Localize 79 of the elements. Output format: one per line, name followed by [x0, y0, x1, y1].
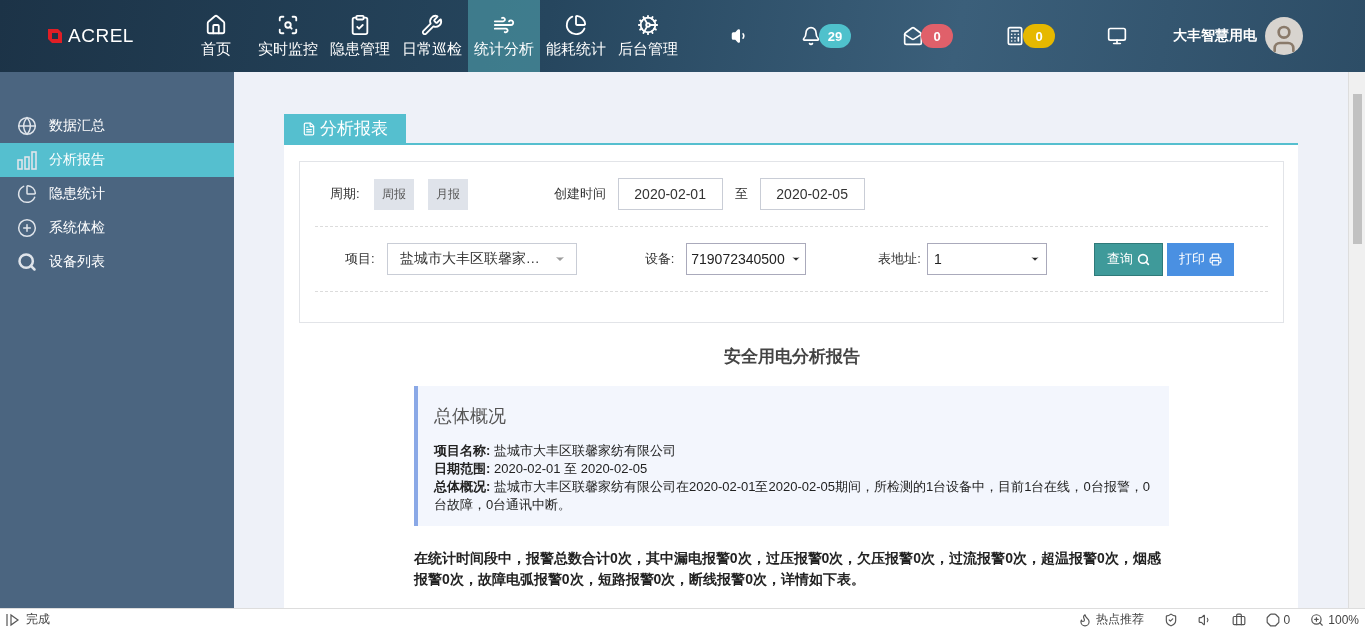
- zoom-icon[interactable]: [1310, 612, 1325, 627]
- document-icon: [302, 121, 316, 136]
- count-badge: 0: [921, 24, 953, 48]
- sidebar-label: 系统体检: [49, 219, 105, 237]
- caret-icon: [1029, 254, 1040, 264]
- bell-icon[interactable]: [801, 26, 821, 46]
- report-title: 安全用电分析报告: [722, 346, 861, 368]
- nav-label: 能耗统计: [546, 39, 606, 59]
- end-date-field[interactable]: 2020-02-05: [759, 178, 865, 210]
- count-badge: 29: [819, 24, 851, 48]
- nav-label: 实时监控: [258, 39, 318, 59]
- pie-chart-icon: [565, 13, 587, 36]
- nav-tab[interactable]: 后台管理: [612, 0, 684, 72]
- search-icon: [17, 252, 37, 272]
- caret-icon: [791, 254, 802, 264]
- address-select[interactable]: 1: [926, 243, 1047, 275]
- overview-heading: 总体概况: [434, 405, 507, 428]
- monitor-search-icon: [277, 13, 299, 36]
- briefcase-icon[interactable]: [1231, 612, 1246, 627]
- sidebar-item[interactable]: 隐患统计: [0, 177, 234, 211]
- period-option[interactable]: 周报: [373, 178, 414, 210]
- sidebar-label: 数据汇总: [49, 117, 105, 135]
- overview-line: 项目名称: 盐城市大丰区联馨家纺有限公司: [434, 442, 677, 460]
- sidebar-item[interactable]: 设备列表: [0, 245, 234, 279]
- sidebar-toggle-icon[interactable]: [6, 612, 20, 627]
- home-icon: [205, 13, 227, 36]
- shield-icon[interactable]: [1163, 612, 1178, 627]
- nav-tab[interactable]: 首页: [180, 0, 252, 72]
- mail-icon[interactable]: [903, 26, 923, 46]
- search-icon: [1136, 252, 1150, 266]
- pie-chart-icon: [17, 184, 37, 204]
- sidebar-label: 分析报告: [49, 151, 105, 169]
- nav-label: 统计分析: [474, 39, 534, 59]
- nav-tab[interactable]: 日常巡检: [396, 0, 468, 72]
- status-text: 完成: [26, 611, 50, 628]
- period-label: 周期:: [330, 185, 360, 203]
- device-label: 设备:: [644, 250, 675, 268]
- period-option[interactable]: 月报: [427, 178, 468, 210]
- scrollbar-thumb[interactable]: [1352, 94, 1362, 244]
- nav-label: 隐患管理: [330, 39, 390, 59]
- nav-label: 日常巡检: [402, 39, 462, 59]
- monitor-icon[interactable]: [1107, 26, 1127, 46]
- nav-tab[interactable]: 能耗统计: [540, 0, 612, 72]
- user-name[interactable]: 大丰智慧用电: [1173, 27, 1257, 45]
- nav-tab[interactable]: 隐患管理: [324, 0, 396, 72]
- scrollbar[interactable]: [1348, 72, 1365, 608]
- sidebar-item[interactable]: 系统体检: [0, 211, 234, 245]
- overview-line: 日期范围: 2020-02-01 至 2020-02-05: [434, 460, 649, 478]
- sidebar-label: 隐患统计: [49, 185, 105, 203]
- summary-text: 在统计时间段中，报警总数合计0次，其中漏电报警0次，过压报警0次，欠压报警0次，过流报警0次，超温报警0次，烟感报警0次，故障电弧报警0次，短路报警0次，断线报警0次，详情如下表。: [414, 549, 1162, 589]
- project-select[interactable]: 盐城市大丰区联馨家…: [386, 243, 577, 275]
- overview-line: 总体概况: 盐城市大丰区联馨家纺有限公司在2020-02-01至2020-02-05期间，所检测的1台设备中，目前1台在线，0台报警，0台故障，0台通讯中断。: [434, 478, 1151, 514]
- device-select[interactable]: 719072340500: [686, 243, 807, 275]
- logo-text: ACREL: [68, 25, 134, 47]
- tools-icon: [421, 13, 443, 36]
- nav-label: 后台管理: [618, 39, 678, 59]
- avatar[interactable]: [1265, 17, 1303, 55]
- count-badge: 0: [1023, 24, 1055, 48]
- nav-label: 首页: [201, 39, 231, 59]
- calculator-icon[interactable]: [1005, 26, 1025, 46]
- ad-count: 0: [1283, 612, 1291, 627]
- address-label: 表地址:: [878, 250, 921, 268]
- start-date-field[interactable]: 2020-02-01: [617, 178, 723, 210]
- plus-circle-icon: [17, 218, 37, 238]
- nav-tab[interactable]: 统计分析: [468, 0, 540, 72]
- tab-label: 分析报表: [320, 118, 388, 140]
- project-label: 项目:: [345, 250, 375, 268]
- date-separator: 至: [734, 185, 748, 203]
- created-time-label: 创建时间: [553, 185, 606, 203]
- flame-icon: [1077, 612, 1092, 627]
- printer-icon: [1208, 252, 1222, 266]
- hot-link[interactable]: 热点推荐: [1095, 611, 1144, 628]
- sidebar-label: 设备列表: [49, 253, 105, 271]
- bar-chart-icon: [17, 150, 37, 170]
- nav-tab[interactable]: 实时监控: [252, 0, 324, 72]
- logo-icon: [46, 27, 65, 45]
- sidebar-item[interactable]: 数据汇总: [0, 109, 234, 143]
- clipboard-check-icon: [349, 13, 371, 36]
- zoom-level[interactable]: 100%: [1328, 612, 1359, 627]
